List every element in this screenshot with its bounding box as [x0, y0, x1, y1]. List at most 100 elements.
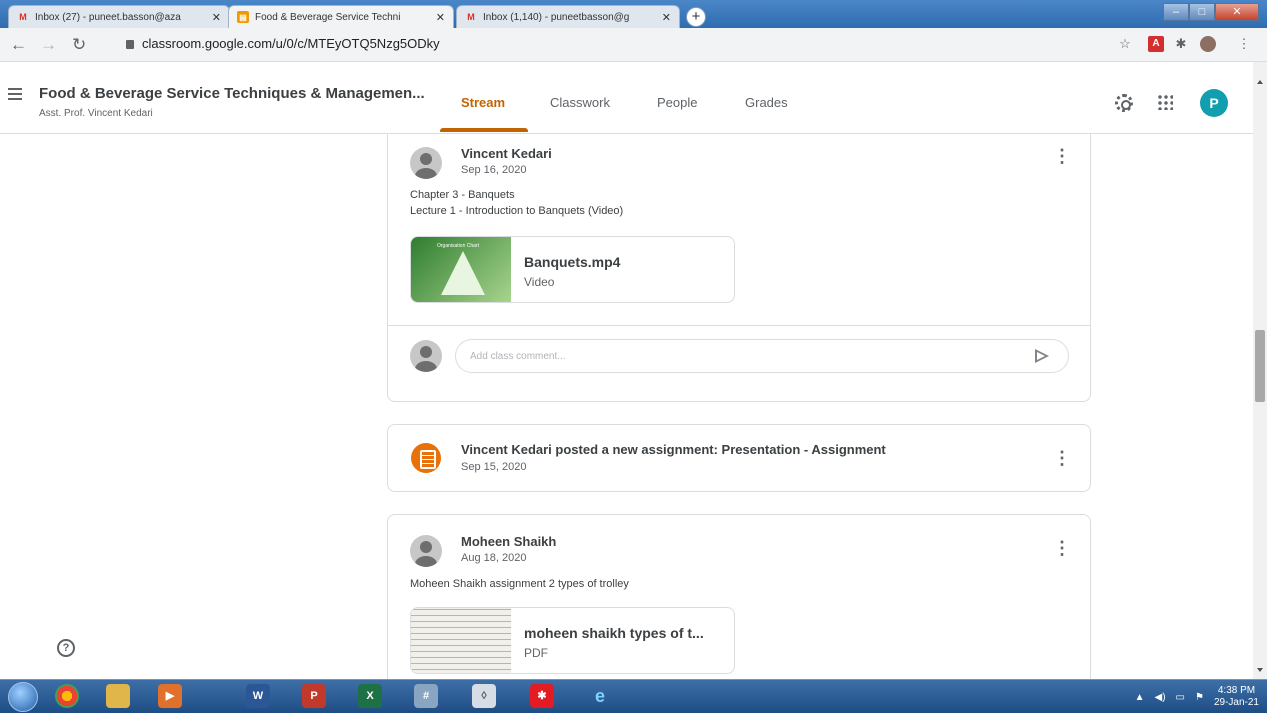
- classroom-icon: ▤: [237, 11, 249, 23]
- close-tab-icon[interactable]: ✕: [436, 11, 445, 24]
- author-avatar: [410, 147, 442, 179]
- window-controls: – □ ✕: [1163, 3, 1259, 21]
- start-button[interactable]: [8, 682, 38, 712]
- forward-arrow-icon[interactable]: →: [40, 35, 57, 55]
- internet-explorer-icon[interactable]: e: [588, 684, 612, 708]
- gmail-icon: M: [467, 12, 475, 22]
- assignment-title[interactable]: Vincent Kedari posted a new assignment: …: [461, 442, 886, 457]
- post-text-line: Moheen Shaikh assignment 2 types of trol…: [410, 578, 629, 590]
- hamburger-menu-icon[interactable]: [8, 88, 22, 100]
- gear-icon[interactable]: [1115, 94, 1133, 112]
- scroll-down-arrow-icon[interactable]: [1257, 668, 1263, 672]
- media-player-icon[interactable]: ▶: [158, 684, 182, 708]
- apps-grid-icon[interactable]: [1157, 94, 1173, 110]
- action-center-flag-icon[interactable]: ⚑: [1195, 692, 1204, 703]
- assignment-icon: [411, 443, 441, 473]
- show-hidden-icons-icon[interactable]: ▲: [1135, 692, 1145, 703]
- browser-tab-inbox-1[interactable]: M Inbox (27) - puneet.basson@aza ✕: [8, 5, 230, 28]
- calculator-icon[interactable]: #: [414, 684, 438, 708]
- powerpoint-icon[interactable]: P: [302, 684, 326, 708]
- scrollbar-thumb[interactable]: [1255, 330, 1265, 402]
- url-text: classroom.google.com/u/0/c/MTEyOTQ5Nzg5O…: [142, 36, 440, 51]
- chrome-icon[interactable]: [55, 684, 79, 708]
- close-tab-icon[interactable]: ✕: [212, 11, 221, 24]
- author-avatar: [410, 535, 442, 567]
- tab-title: Inbox (27) - puneet.basson@aza: [35, 11, 181, 23]
- attachment-type: PDF: [524, 646, 548, 660]
- network-icon[interactable]: ▭: [1176, 692, 1185, 703]
- back-arrow-icon[interactable]: ←: [10, 35, 27, 55]
- browser-tab-inbox-2[interactable]: M Inbox (1,140) - puneetbasson@g ✕: [456, 5, 680, 28]
- class-comment-input[interactable]: [455, 339, 1069, 373]
- stream-post: Moheen Shaikh Aug 18, 2020 ⋮ Moheen Shai…: [387, 514, 1091, 679]
- pdf-extension-icon[interactable]: A: [1148, 36, 1164, 52]
- address-bar: ← → ↻ classroom.google.com/u/0/c/MTEyOTQ…: [0, 28, 1267, 62]
- tab-grades[interactable]: Grades: [745, 95, 788, 110]
- attachment-name: moheen shaikh types of t...: [524, 625, 704, 641]
- gmail-icon: M: [19, 12, 27, 22]
- more-options-icon[interactable]: ⋮: [1053, 449, 1071, 467]
- volume-icon[interactable]: ◀): [1155, 692, 1166, 703]
- post-date: Sep 15, 2020: [461, 461, 527, 473]
- active-tab-indicator: [440, 128, 528, 132]
- browser-tab-classroom[interactable]: ▤ Food & Beverage Service Techni ✕: [228, 5, 454, 28]
- divider: [388, 325, 1090, 326]
- attachment-name: Banquets.mp4: [524, 254, 621, 270]
- tab-title: Food & Beverage Service Techni: [255, 11, 401, 23]
- clock-time: 4:38 PM: [1217, 685, 1256, 696]
- new-tab-button[interactable]: +: [686, 7, 706, 27]
- scroll-up-arrow-icon[interactable]: [1257, 80, 1263, 84]
- teacher-name: Asst. Prof. Vincent Kedari: [39, 108, 153, 119]
- more-options-icon[interactable]: ⋮: [1053, 539, 1071, 557]
- extensions-icon[interactable]: ✱: [1173, 36, 1189, 52]
- post-author: Vincent Kedari: [461, 146, 552, 161]
- post-date[interactable]: Sep 16, 2020: [461, 164, 526, 176]
- reload-icon[interactable]: ↻: [72, 35, 86, 55]
- close-tab-icon[interactable]: ✕: [662, 11, 671, 24]
- close-window-button[interactable]: ✕: [1215, 3, 1259, 21]
- more-options-icon[interactable]: ⋮: [1053, 147, 1071, 165]
- maximize-button[interactable]: □: [1189, 3, 1215, 21]
- class-title[interactable]: Food & Beverage Service Techniques & Man…: [39, 85, 425, 102]
- windows-taskbar: ▶ W P X # ◊ ✱ e ▲ ◀) ▭ ⚑ 4:38 PM 29-Jan-…: [0, 679, 1267, 713]
- system-clock[interactable]: 4:38 PM 29-Jan-21: [1214, 685, 1259, 709]
- classroom-header: Food & Beverage Service Techniques & Man…: [0, 62, 1253, 134]
- avatar[interactable]: P: [1200, 89, 1228, 117]
- video-thumbnail: Organisation Chart: [411, 237, 511, 302]
- word-icon[interactable]: W: [246, 684, 270, 708]
- url-field[interactable]: classroom.google.com/u/0/c/MTEyOTQ5Nzg5O…: [126, 34, 440, 54]
- assignment-post[interactable]: Vincent Kedari posted a new assignment: …: [387, 424, 1091, 492]
- tab-classwork[interactable]: Classwork: [550, 95, 610, 110]
- pyramid-graphic: [441, 251, 485, 295]
- pdf-attachment[interactable]: moheen shaikh types of t... PDF: [410, 607, 735, 674]
- system-tray: ▲ ◀) ▭ ⚑ 4:38 PM 29-Jan-21: [1135, 683, 1259, 711]
- tab-stream[interactable]: Stream: [461, 95, 505, 110]
- eraser-icon[interactable]: ◊: [472, 684, 496, 708]
- page-scrollbar[interactable]: [1253, 62, 1267, 679]
- lock-icon: [126, 40, 134, 49]
- thumbnail-title: Organisation Chart: [437, 243, 479, 249]
- minimize-button[interactable]: –: [1163, 3, 1189, 21]
- send-icon[interactable]: [1035, 349, 1049, 363]
- excel-icon[interactable]: X: [358, 684, 382, 708]
- help-icon[interactable]: ?: [57, 639, 75, 657]
- profile-avatar-icon[interactable]: [1200, 36, 1216, 52]
- pdf-thumbnail: [411, 608, 511, 673]
- star-icon[interactable]: ☆: [1117, 36, 1133, 52]
- post-text-line: Lecture 1 - Introduction to Banquets (Vi…: [410, 205, 624, 217]
- tab-title: Inbox (1,140) - puneetbasson@g: [483, 11, 630, 23]
- post-author: Moheen Shaikh: [461, 534, 557, 549]
- post-text-line: Chapter 3 - Banquets: [410, 189, 515, 201]
- browser-tab-strip: M Inbox (27) - puneet.basson@aza ✕ ▤ Foo…: [0, 0, 1267, 28]
- commenter-avatar: [410, 340, 442, 372]
- more-menu-icon[interactable]: ⋮: [1236, 36, 1252, 52]
- class-stream: Vincent Kedari Sep 16, 2020 ⋮ Chapter 3 …: [0, 134, 1253, 679]
- video-attachment[interactable]: Organisation Chart Banquets.mp4 Video: [410, 236, 735, 303]
- stream-post: Vincent Kedari Sep 16, 2020 ⋮ Chapter 3 …: [387, 134, 1091, 402]
- file-explorer-icon[interactable]: [106, 684, 130, 708]
- attachment-type: Video: [524, 275, 555, 289]
- post-date[interactable]: Aug 18, 2020: [461, 552, 526, 564]
- acrobat-icon[interactable]: ✱: [530, 684, 554, 708]
- clock-date: 29-Jan-21: [1213, 697, 1259, 708]
- tab-people[interactable]: People: [657, 95, 697, 110]
